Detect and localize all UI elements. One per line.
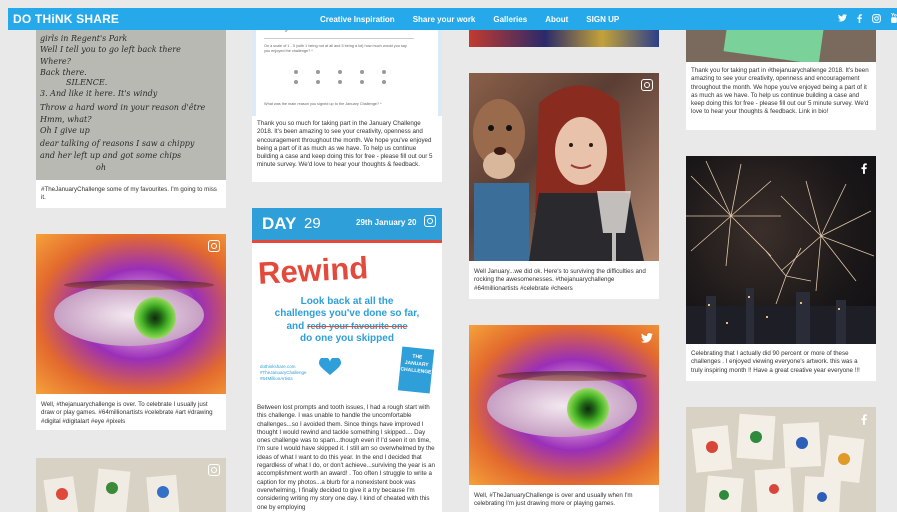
instagram-icon [641,79,653,91]
nav-link-share-your-work[interactable]: Share your work [413,15,476,24]
post-caption: Well, #TheJanuaryChallenge is over and u… [474,492,633,508]
post-card-selfie[interactable]: Well January...we did ok. Here's to surv… [469,73,659,299]
twitter-icon[interactable] [838,14,847,24]
rewind-title: Rewind [257,250,370,291]
rewind-line: Look back at all the [300,296,394,307]
handwritten-line: dear talking of reasons I saw a chippy [40,139,195,148]
eye-iris [134,297,176,339]
post-image-kids-art[interactable] [686,407,876,512]
post-caption: Well, #thejanuarychallenge is over. To c… [41,401,213,425]
post-card-rewind[interactable]: DAY 29 29th January 20 Rewind Look back … [252,208,442,512]
facebook-icon [857,413,870,426]
post-image-handwritten-notes[interactable]: girls in Regent's Park Well I tell you t… [36,20,226,180]
brand-logo[interactable]: DO THiNK SHARE [13,12,119,26]
post-card-survey-right[interactable]: Thank you for taking part in #thejanuary… [686,20,876,130]
svg-text:You: You [891,13,897,19]
post-caption: Thank you for taking part in #thejanuary… [691,67,869,116]
post-card-kids-art-left[interactable] [36,458,226,512]
handwritten-line: Throw a hard word in your reason d'être [40,103,206,112]
handwritten-line: Well I tell you to go left back there [40,45,181,54]
handwritten-line: oh [96,163,106,172]
rewind-tags: dothinkshare.com #TheJanuaryChallenge #6… [260,364,307,382]
handwritten-line: Where? [40,57,71,66]
post-card-eye-2[interactable]: Well, #TheJanuaryChallenge is over and u… [469,325,659,512]
post-card-survey[interactable]: Challenge 2018 Feedback On a scale of 1 … [252,20,442,182]
rewind-strikethrough: redo your favourite one [307,321,408,331]
post-caption: Celebrating that I actually did 90 perce… [691,350,860,374]
post-card-eye-1[interactable]: Well, #thejanuarychallenge is over. To c… [36,234,226,430]
instagram-icon [424,215,436,227]
handwritten-line: 3. And like it here. It's windy [40,89,158,98]
nav-link-galleries[interactable]: Galleries [493,15,527,24]
eye-iris [567,388,609,430]
post-caption: Between lost prompts and tooth issues, I… [257,404,435,511]
post-card-kids-art-right[interactable] [686,407,876,512]
rewind-line: challenges you've done so far, [274,308,420,319]
rewind-word: and [286,321,305,332]
handwritten-line: Hmm, what? [40,115,92,124]
instagram-icon [208,464,220,476]
january-challenge-badge: THE JANUARY CHALLENGE [397,346,435,394]
facebook-icon [857,162,870,175]
day-date: 29th January 20 [356,218,417,227]
survey-question: What was the main reason you signed up t… [264,102,382,106]
nav-link-creative-inspiration[interactable]: Creative Inspiration [320,15,395,24]
nav-link-sign-up[interactable]: SIGN UP [586,15,619,24]
rewind-line: do one you skipped [300,333,394,344]
post-image-kids-art[interactable] [36,458,226,512]
instagram-icon [208,240,220,252]
twitter-icon [640,331,653,344]
top-navbar: DO THiNK SHARE Creative Inspiration Shar… [8,8,897,30]
nav-link-about[interactable]: About [545,15,568,24]
post-caption: Well January...we did ok. Here's to surv… [474,268,646,292]
eye-white [487,375,637,437]
rewind-title-panel: Rewind [252,240,442,292]
heart-icon [318,358,342,375]
eye-lid [64,280,214,290]
page: DO THiNK SHARE Creative Inspiration Shar… [0,0,897,512]
youtube-icon[interactable]: You [890,13,897,25]
eye-lid [497,371,647,381]
rewind-line: and redo your favourite one [256,320,438,333]
post-image-fireworks[interactable] [686,156,876,344]
social-links: You [838,8,897,30]
post-card-fireworks[interactable]: Celebrating that I actually did 90 perce… [686,156,876,381]
main-nav: Creative Inspiration Share your work Gal… [320,8,619,30]
post-caption: #TheJanuaryChallenge some of my favourit… [41,186,217,202]
handwritten-line: Oh I give up [40,126,90,135]
tag-line: #64MillionArtists [260,376,293,381]
handwritten-line: and her left up and got some chips [40,151,182,160]
eye-white [54,284,204,346]
instagram-icon[interactable] [872,13,881,25]
post-image-rewind-poster[interactable]: DAY 29 29th January 20 Rewind Look back … [252,208,442,396]
post-caption: Thank you so much for taking part in the… [257,120,433,169]
survey-form-panel: Challenge 2018 Feedback On a scale of 1 … [252,20,442,116]
post-image-eye-art[interactable] [36,234,226,394]
post-card-notebook[interactable]: girls in Regent's Park Well I tell you t… [36,20,226,208]
handwritten-line: SILENCE. [66,78,108,87]
survey-question: On a scale of 1 - 5 (with 1 being not at… [264,44,407,53]
day-label: DAY [262,214,297,233]
handwritten-line: girls in Regent's Park [40,34,128,43]
facebook-icon[interactable] [857,13,862,25]
divider [264,38,414,39]
day-header-bar: DAY 29 29th January 20 [252,208,442,242]
post-image-survey-form[interactable]: Challenge 2018 Feedback On a scale of 1 … [252,20,442,116]
rewind-instructions: Look back at all the challenges you've d… [256,296,438,345]
post-image-selfie[interactable] [469,73,659,261]
handwritten-line: Back there. [40,68,87,77]
post-image-eye-art[interactable] [469,325,659,485]
day-number: 29 [304,215,321,232]
